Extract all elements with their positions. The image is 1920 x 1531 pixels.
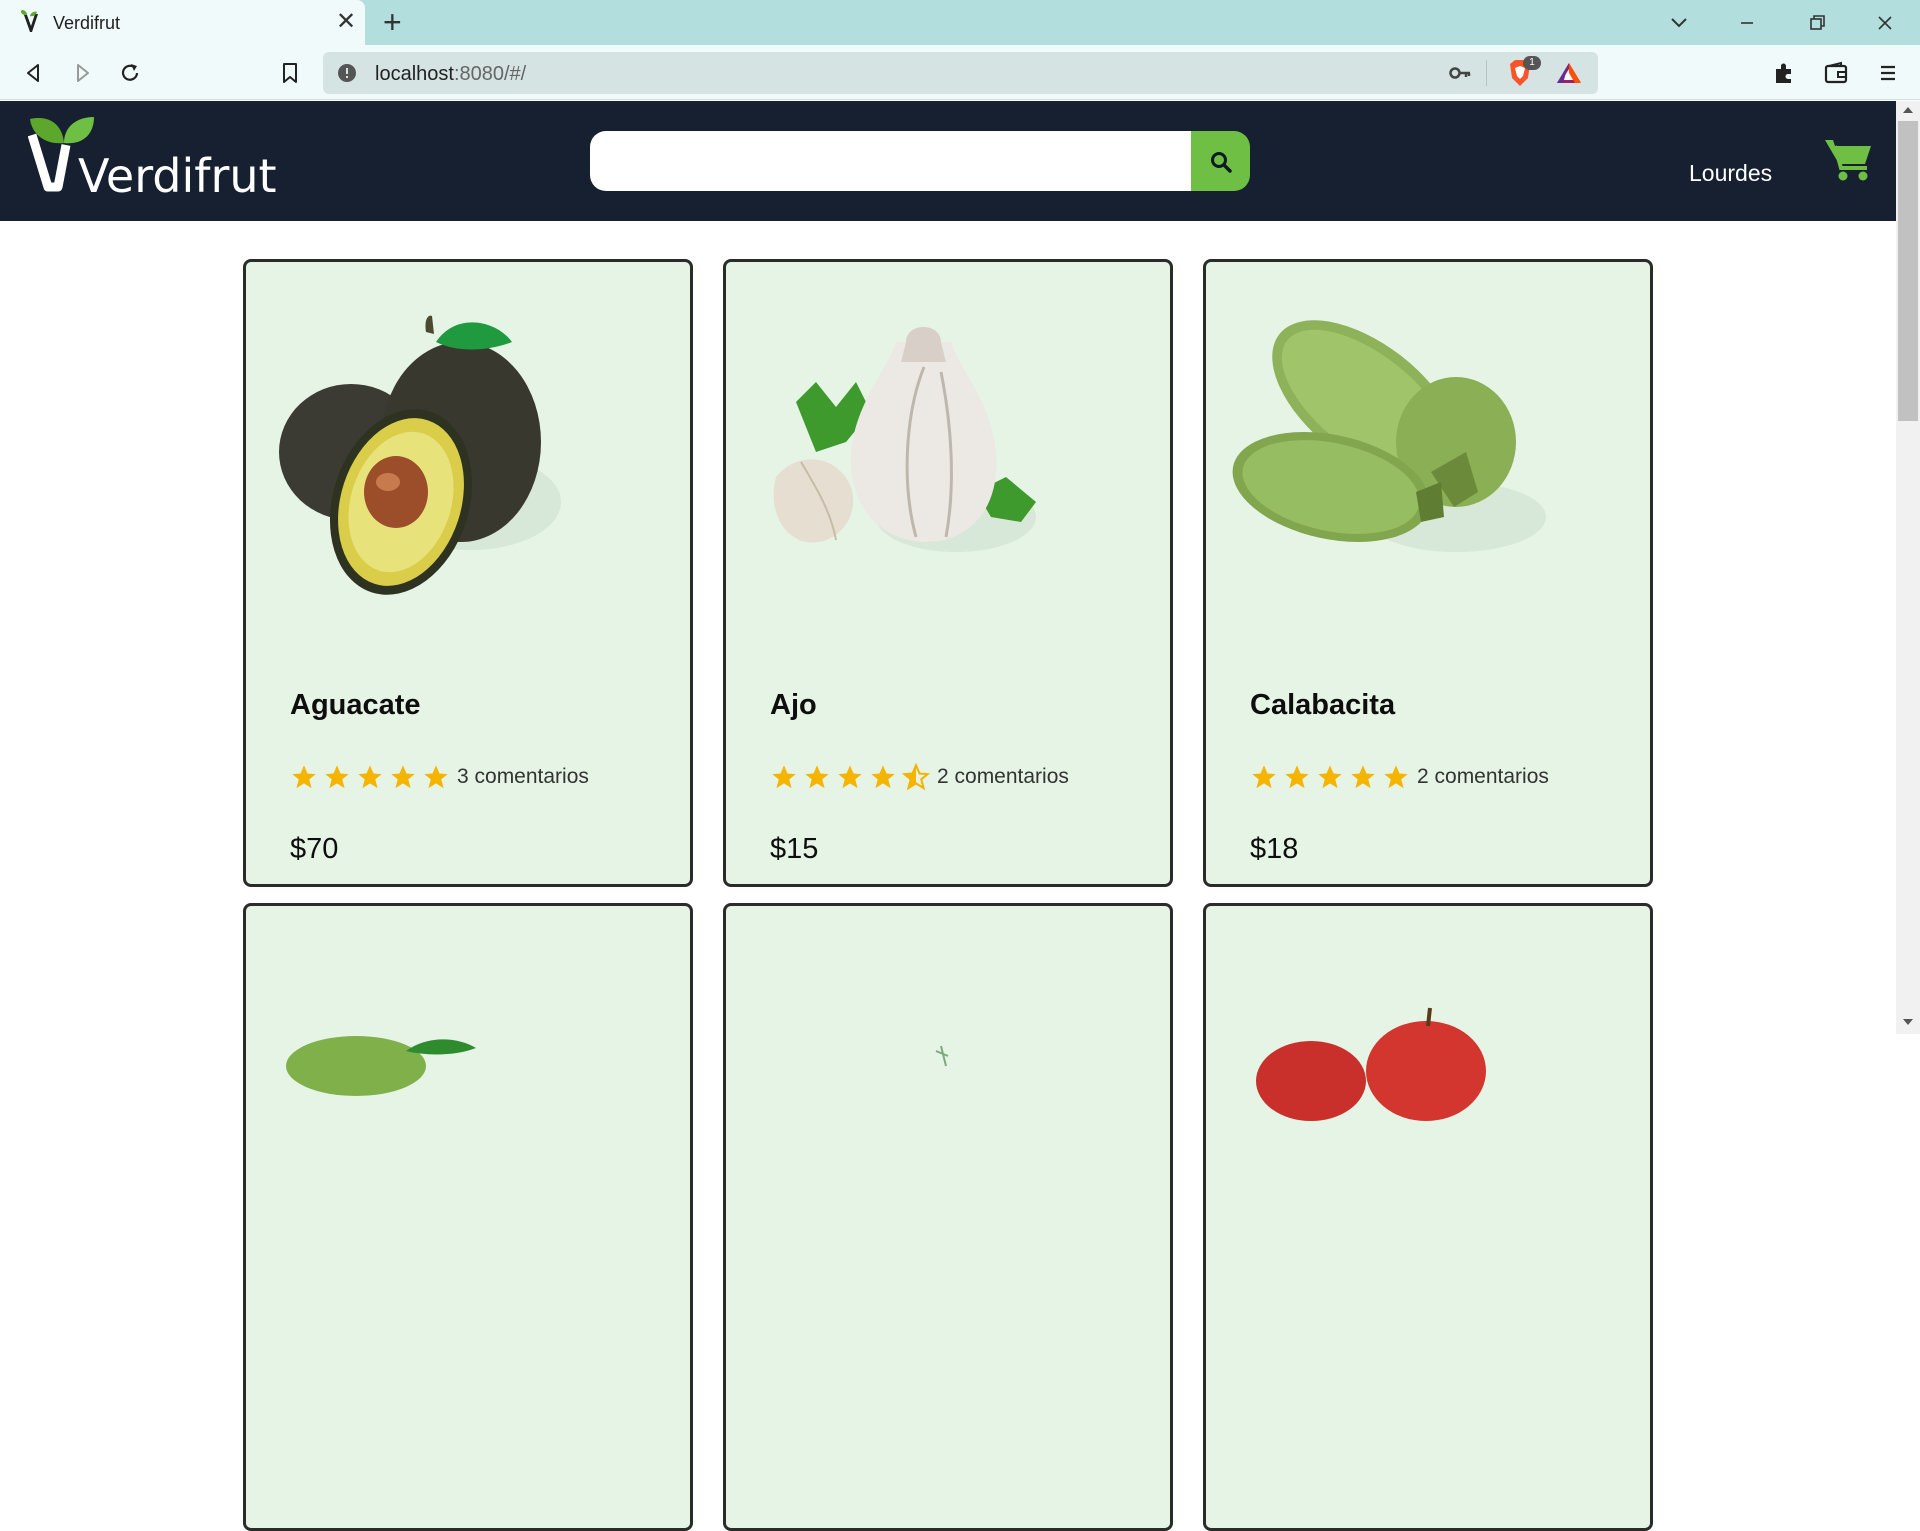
wallet-icon[interactable]: [1822, 59, 1850, 87]
tab-search-chevron-icon[interactable]: [1664, 8, 1694, 38]
star-full-icon: [838, 765, 862, 789]
product-name[interactable]: Aguacate: [290, 689, 421, 722]
star-full-icon: [292, 765, 316, 789]
product-name[interactable]: Ajo: [770, 689, 817, 722]
product-comments-count[interactable]: 2 comentarios: [1417, 765, 1549, 789]
back-icon[interactable]: [20, 59, 48, 87]
info-icon[interactable]: [337, 63, 357, 83]
forward-icon[interactable]: [68, 59, 96, 87]
verdifrut-logo[interactable]: Verdifrut: [28, 115, 277, 205]
star-full-icon: [1252, 765, 1276, 789]
zucchini-image: [1232, 320, 1546, 552]
minimize-icon[interactable]: [1732, 8, 1762, 38]
product-price: $18: [1250, 833, 1299, 865]
menu-icon[interactable]: [1874, 59, 1902, 87]
bookmark-icon[interactable]: [276, 59, 304, 87]
lime-image: [286, 1036, 476, 1096]
verdifrut-favicon-icon: [20, 10, 38, 32]
star-full-icon: [358, 765, 382, 789]
tab-close-icon[interactable]: ✕: [336, 10, 356, 34]
star-full-icon: [391, 765, 415, 789]
browser-tab-bar: Verdifrut ✕ +: [0, 0, 1920, 45]
product-rating: 2 comentarios: [1250, 762, 1549, 792]
browser-toolbar: localhost:8080/#/ 1: [0, 45, 1920, 100]
star-full-icon: [1351, 765, 1375, 789]
url-text[interactable]: localhost:8080/#/: [375, 63, 526, 86]
browser-tab[interactable]: Verdifrut ✕: [0, 0, 365, 45]
star-full-icon: [871, 765, 895, 789]
apple-image: [1256, 1007, 1486, 1121]
product-card[interactable]: Calabacita 2 comentarios $18: [1203, 259, 1653, 887]
product-card[interactable]: [723, 903, 1173, 1531]
garlic-image: [773, 327, 1036, 552]
herb-image: [935, 1045, 949, 1067]
product-price: $70: [290, 833, 339, 865]
star-full-icon: [1384, 765, 1408, 789]
user-name-link[interactable]: Lourdes: [1689, 160, 1772, 187]
star-full-icon: [1318, 765, 1342, 789]
star-full-icon: [772, 765, 796, 789]
star-full-icon: [805, 765, 829, 789]
star-full-icon: [424, 765, 448, 789]
product-rating: 2 comentarios: [770, 762, 1069, 792]
address-bar[interactable]: localhost:8080/#/ 1: [323, 52, 1598, 94]
avocado-image: [279, 315, 561, 595]
shopping-cart-icon[interactable]: [1825, 136, 1873, 182]
search-icon: [1211, 152, 1232, 173]
address-bar-divider: [1486, 60, 1487, 86]
product-name[interactable]: Calabacita: [1250, 689, 1395, 722]
product-comments-count[interactable]: 2 comentarios: [937, 765, 1069, 789]
new-tab-icon[interactable]: +: [383, 6, 402, 38]
brave-rewards-icon[interactable]: [1555, 61, 1583, 85]
product-card[interactable]: Aguacate 3 comentarios $70: [243, 259, 693, 887]
product-price: $15: [770, 833, 819, 865]
product-card[interactable]: [243, 903, 693, 1531]
search-button[interactable]: [1191, 131, 1250, 191]
product-card[interactable]: Ajo 2 comentarios $15: [723, 259, 1173, 887]
restore-icon[interactable]: [1802, 8, 1832, 38]
search-input[interactable]: [590, 131, 1192, 191]
product-rating: 3 comentarios: [290, 762, 589, 792]
search-bar: [590, 131, 1250, 191]
scroll-up-arrow[interactable]: [1903, 107, 1913, 113]
tab-title: Verdifrut: [53, 13, 121, 33]
site-header: Verdifrut Lourdes: [0, 101, 1896, 221]
star-full-icon: [325, 765, 349, 789]
scroll-thumb[interactable]: [1898, 121, 1918, 421]
reload-icon[interactable]: [116, 59, 144, 87]
logo-text: Verdifrut: [78, 149, 277, 203]
key-icon[interactable]: [1448, 62, 1472, 84]
close-window-icon[interactable]: [1870, 8, 1900, 38]
product-comments-count[interactable]: 3 comentarios: [457, 765, 589, 789]
page-scrollbar[interactable]: [1896, 101, 1920, 1034]
star-full-icon: [1285, 765, 1309, 789]
star-half-icon: [902, 763, 930, 791]
scroll-down-arrow[interactable]: [1903, 1019, 1913, 1025]
brave-shield-badge: 1: [1523, 56, 1541, 70]
extensions-icon[interactable]: [1770, 59, 1798, 87]
product-card[interactable]: [1203, 903, 1653, 1531]
